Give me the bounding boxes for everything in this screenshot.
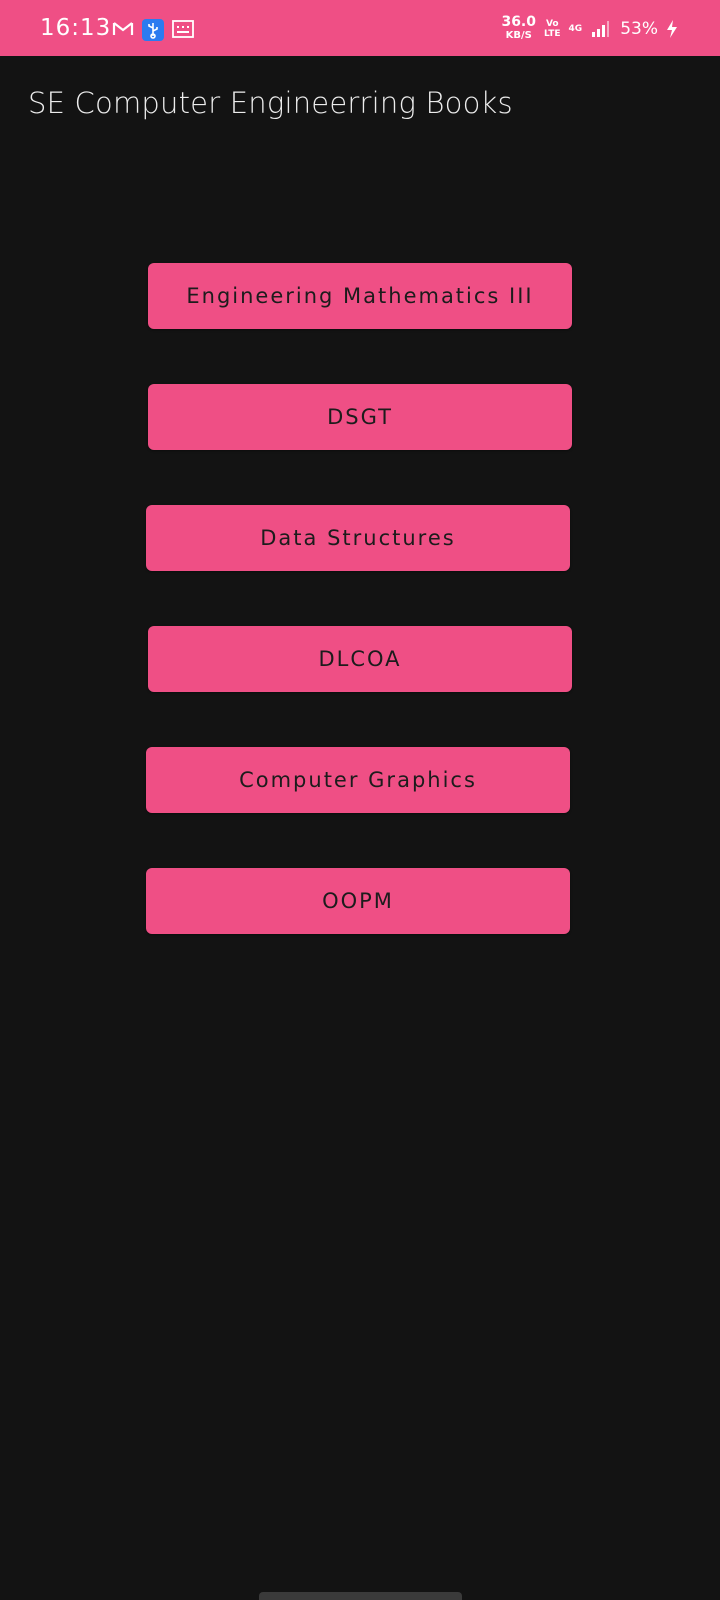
book-button-data-structures[interactable]: Data Structures [146,505,570,571]
book-button-dsgt[interactable]: DSGT [148,384,572,450]
volte-bottom-label: LTE [544,29,561,39]
network-speed-value: 36.0 [501,14,536,30]
network-type: 4G [569,24,583,34]
signal-icon [590,19,612,39]
keyboard-icon [172,19,194,39]
book-button-engineering-mathematics-iii[interactable]: Engineering Mathematics III [148,263,572,329]
network-speed: 36.0 KB/S [501,14,536,42]
volte-top-label: Vo [545,19,559,29]
book-button-computer-graphics[interactable]: Computer Graphics [146,747,570,813]
charging-icon [666,19,688,39]
volte-indicator: Vo LTE [544,19,561,39]
usb-icon [142,19,164,41]
book-button-dlcoa[interactable]: DLCOA [148,626,572,692]
home-indicator[interactable] [259,1592,462,1600]
page-title: SE Computer Engineerring Books [28,86,513,120]
status-bar: 16:13 36.0 KB/S Vo LTE 4G 53% [0,0,720,56]
battery-percentage: 53% [620,19,658,39]
status-time: 16:13 [40,15,112,41]
network-speed-unit: KB/S [505,30,532,41]
book-button-oopm[interactable]: OOPM [146,868,570,934]
network-type-label: 4G [568,24,583,34]
status-system-indicators: 36.0 KB/S Vo LTE 4G 53% [501,14,688,42]
status-notification-icons [112,19,194,41]
gmail-icon [112,19,134,39]
